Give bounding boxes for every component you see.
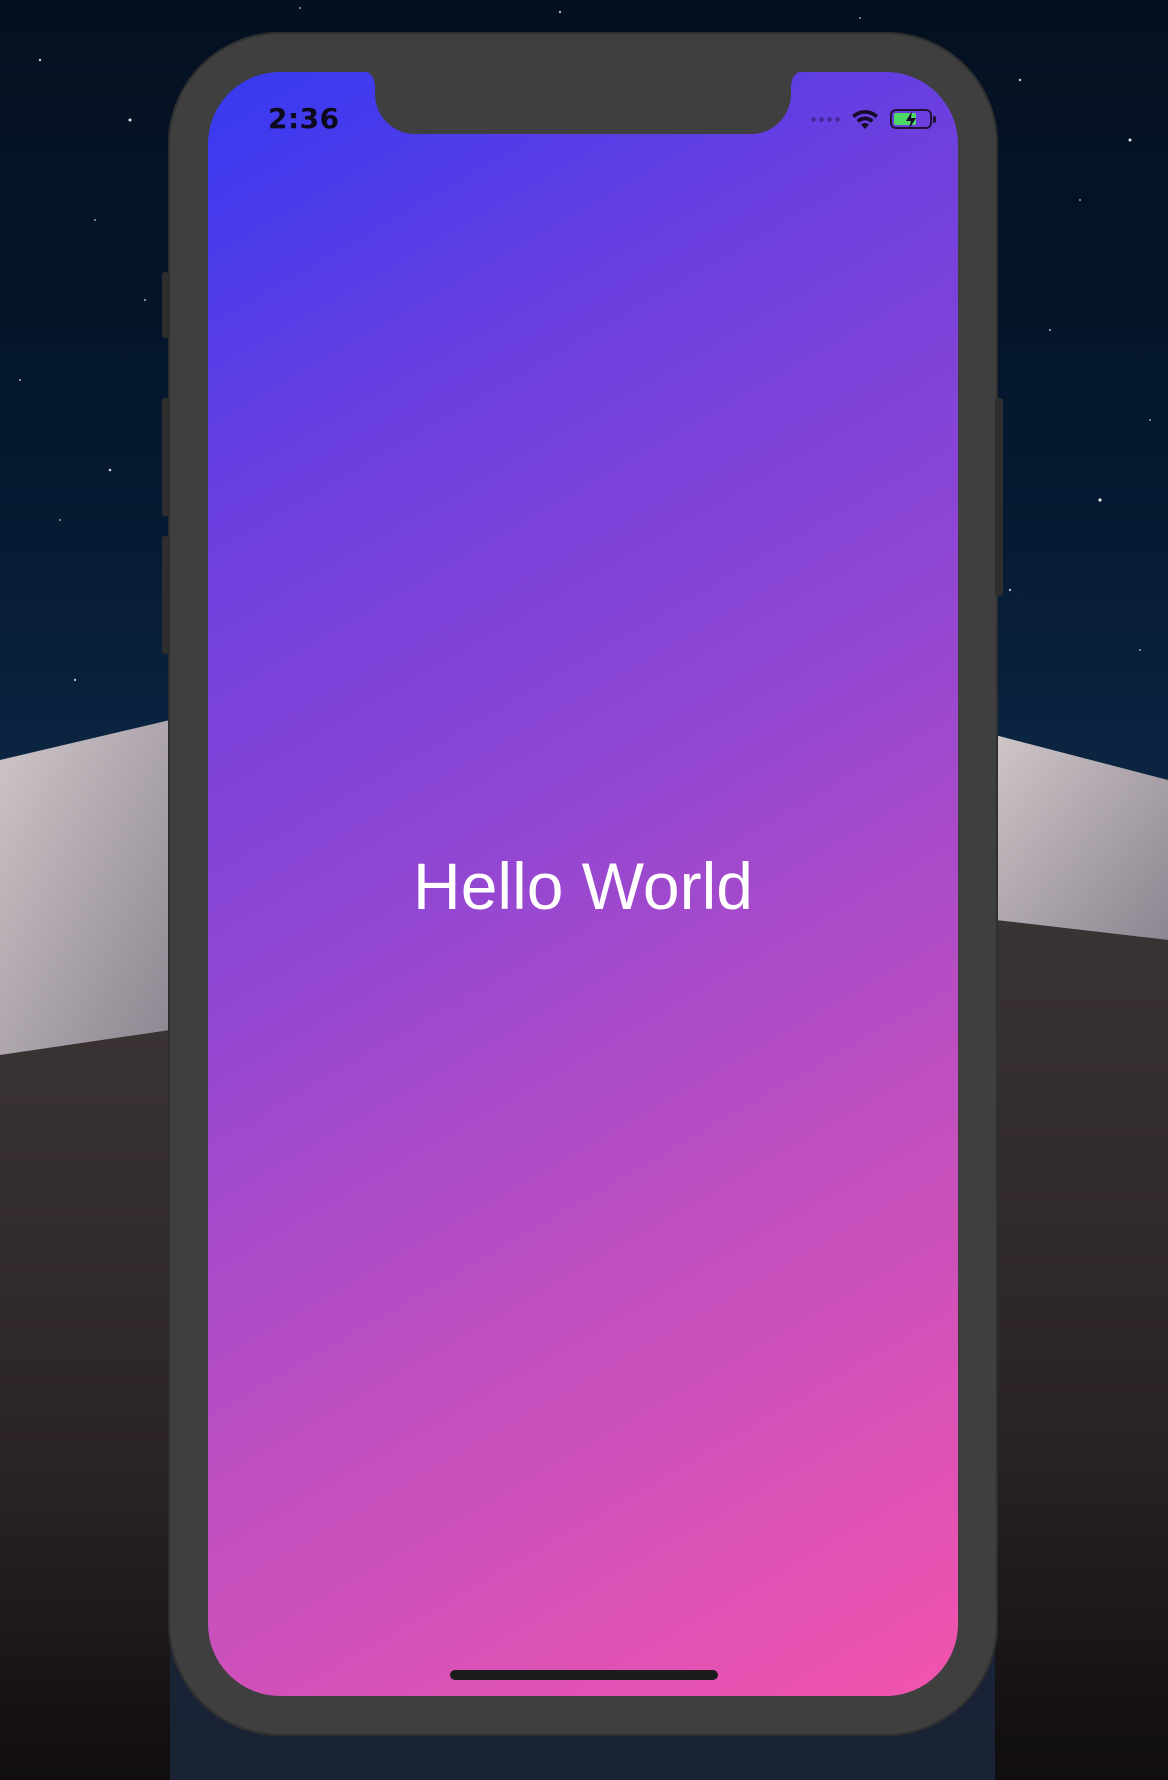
power-button (995, 398, 1003, 596)
notch (361, 72, 805, 134)
wifi-icon (852, 109, 878, 129)
app-screen[interactable]: 2:36 Hello World (208, 72, 958, 1696)
volume-down-button (162, 536, 170, 654)
status-icons (811, 104, 936, 134)
signal-dots-icon (811, 116, 840, 122)
home-indicator[interactable] (450, 1670, 718, 1680)
hello-world-label: Hello World (413, 849, 753, 923)
status-time: 2:36 (268, 102, 340, 135)
battery-charging-icon (890, 109, 936, 129)
volume-up-button (162, 398, 170, 516)
mute-switch (162, 272, 170, 338)
